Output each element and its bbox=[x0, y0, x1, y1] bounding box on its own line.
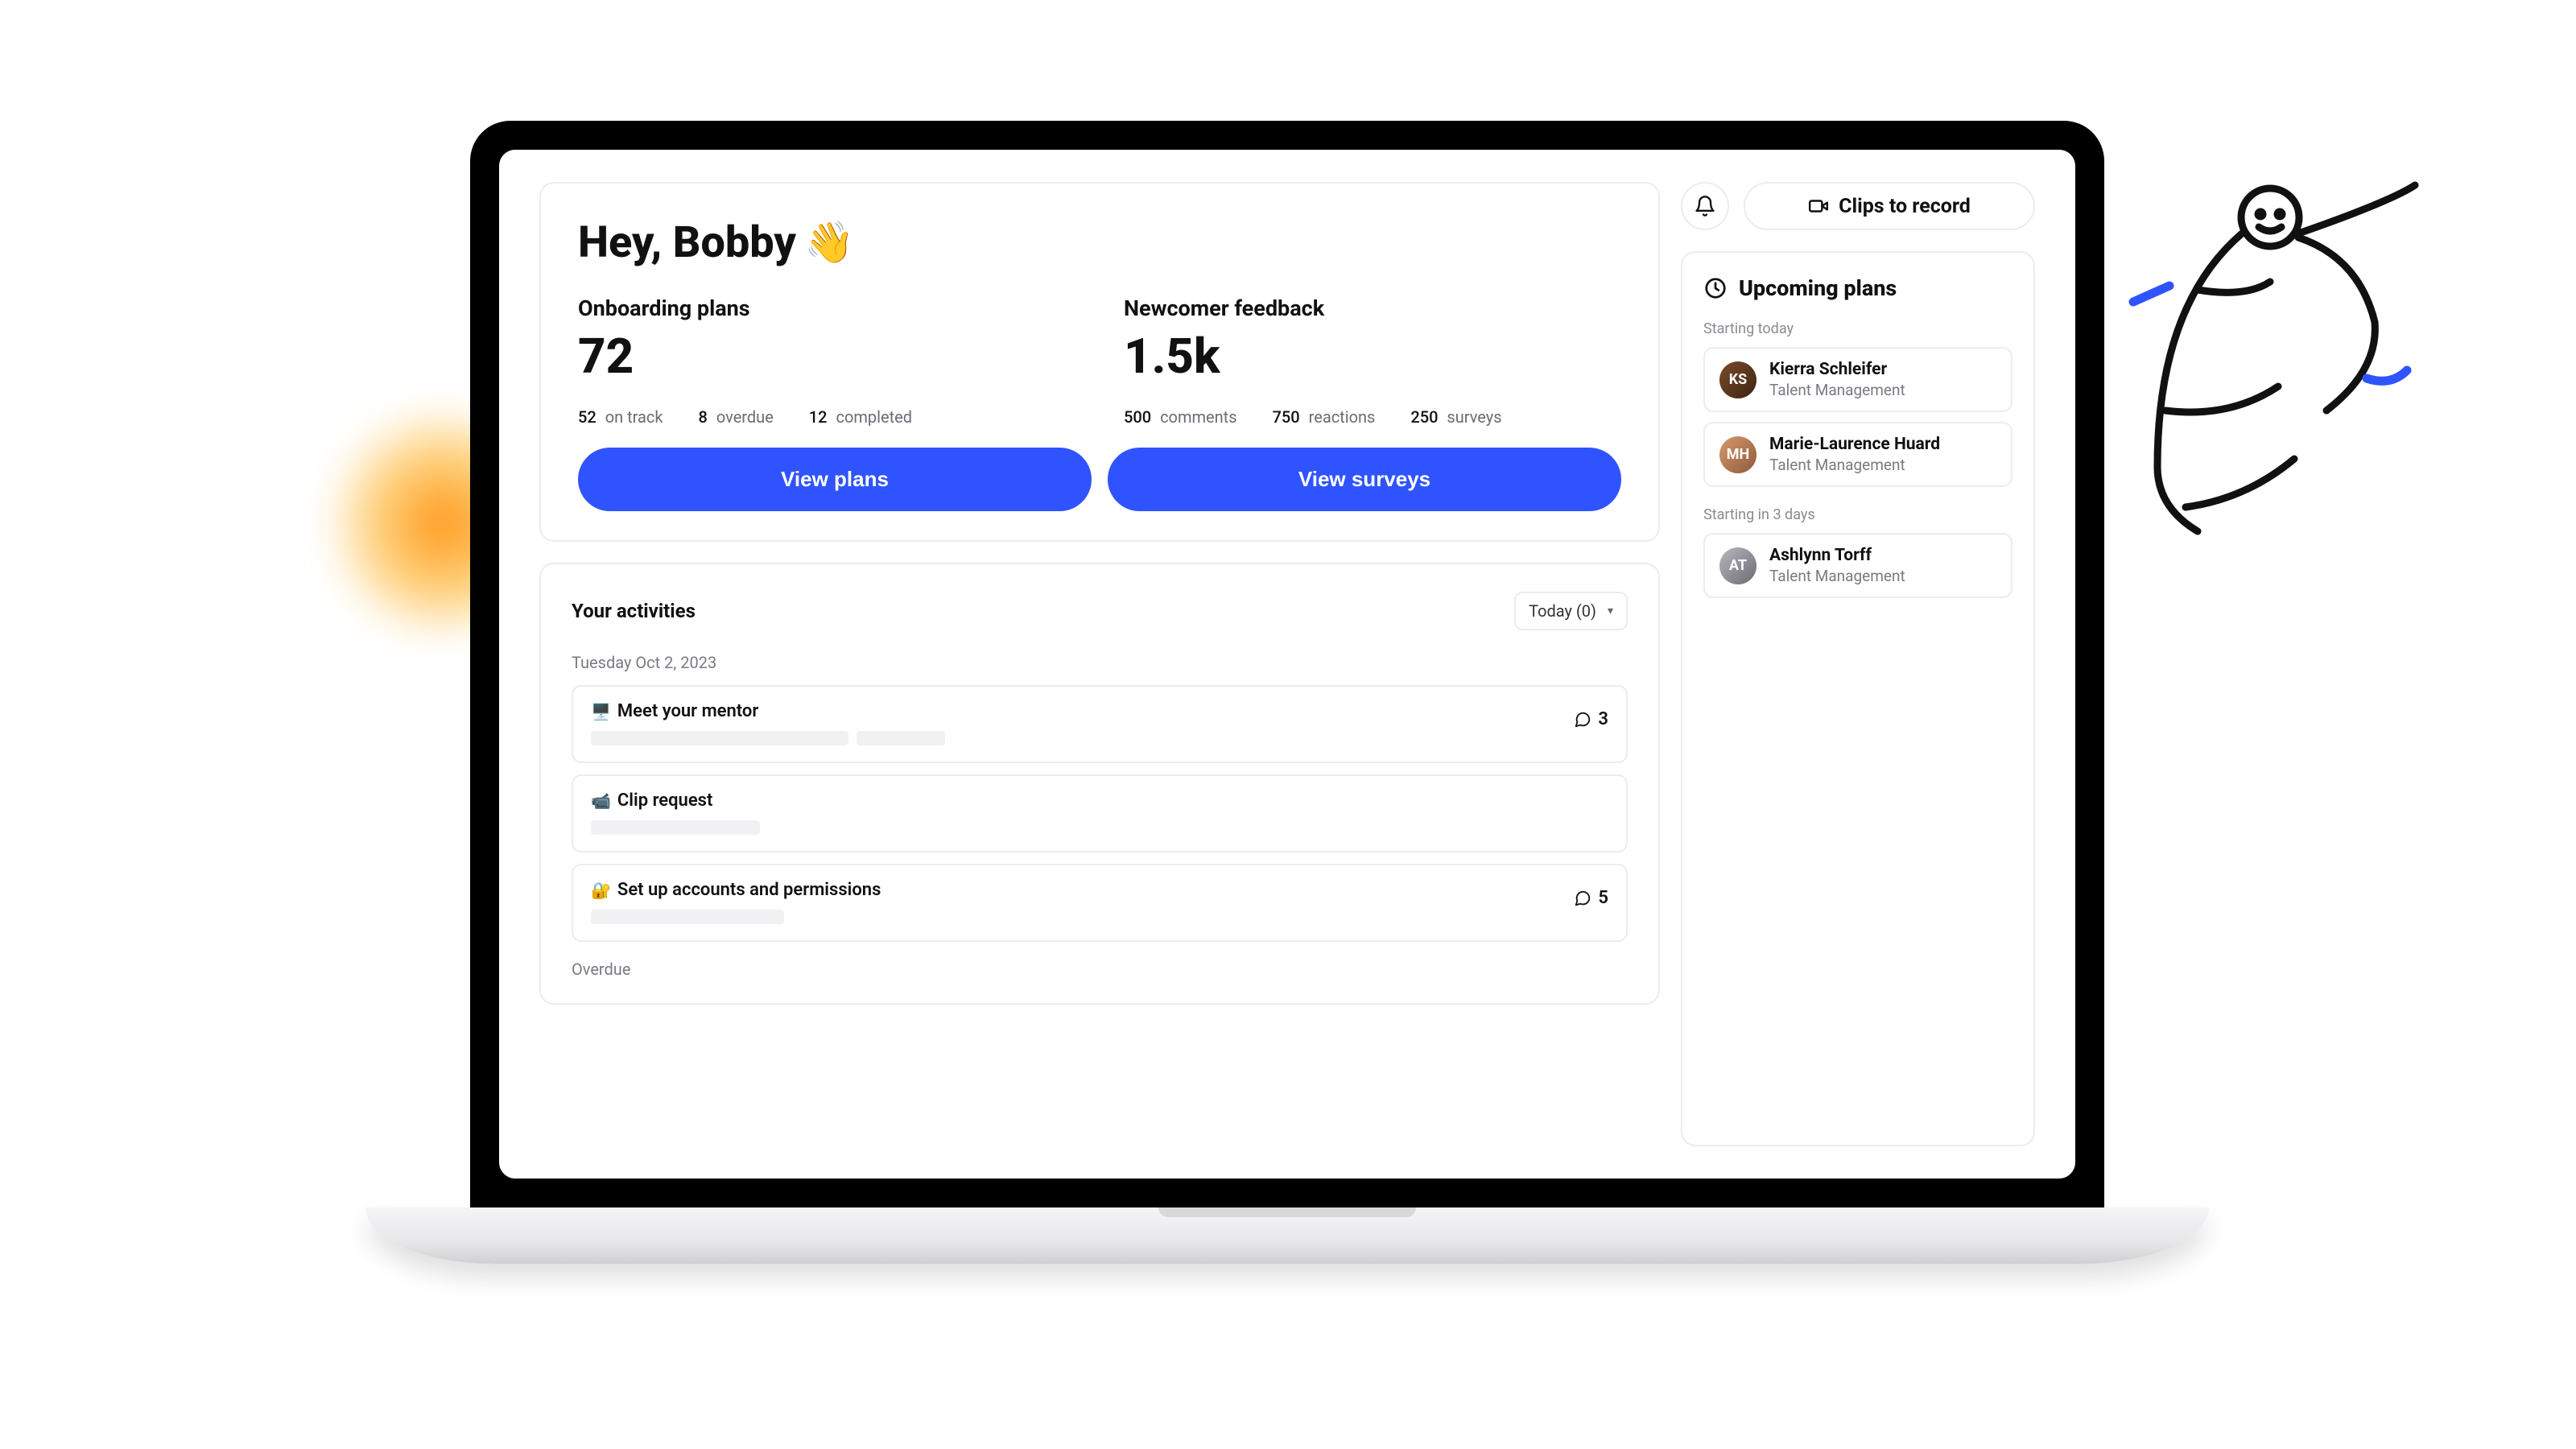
sub-metric-value: 8 bbox=[699, 407, 708, 427]
dashboard-summary-card: Hey, Bobby 👋 Onboarding plans 72 52 on t… bbox=[539, 182, 1660, 542]
upcoming-person[interactable]: KS Kierra Schleifer Talent Management bbox=[1703, 347, 2013, 412]
person-name: Ashlynn Torff bbox=[1769, 546, 1905, 565]
comment-icon bbox=[1574, 711, 1591, 729]
upcoming-plans-card: Upcoming plans Starting today KS Kierra Sc… bbox=[1681, 251, 2035, 1146]
sub-metric-label: overdue bbox=[712, 407, 774, 427]
view-surveys-button[interactable]: View surveys bbox=[1108, 448, 1621, 511]
activities-date-filter[interactable]: Today (0) ▾ bbox=[1514, 592, 1628, 630]
feedback-metric: Newcomer feedback 1.5k 500 comments 750 r… bbox=[1124, 295, 1621, 427]
skeleton-placeholder bbox=[591, 910, 784, 924]
activity-title-text: Clip request bbox=[617, 791, 712, 811]
skeleton-placeholder bbox=[857, 731, 945, 745]
avatar: AT bbox=[1719, 547, 1757, 584]
video-icon bbox=[1808, 196, 1829, 217]
hero-illustration bbox=[2109, 161, 2431, 564]
sub-metric-value: 250 bbox=[1410, 407, 1438, 427]
clips-button-label: Clips to record bbox=[1839, 195, 1971, 218]
bell-icon bbox=[1694, 195, 1716, 217]
activity-item[interactable]: 🖥️ Meet your mentor 3 bbox=[572, 685, 1628, 763]
activity-item[interactable]: 📹 Clip request bbox=[572, 774, 1628, 852]
activities-date: Tuesday Oct 2, 2023 bbox=[572, 653, 1628, 672]
sub-metric: 12 completed bbox=[809, 407, 912, 427]
person-role: Talent Management bbox=[1769, 456, 1940, 474]
person-name: Marie-Laurence Huard bbox=[1769, 435, 1940, 454]
activity-emoji: 📹 bbox=[591, 791, 611, 811]
activity-comments: 5 bbox=[1574, 888, 1608, 908]
greeting-title: Hey, Bobby 👋 bbox=[578, 217, 1621, 268]
sub-metric: 8 overdue bbox=[699, 407, 774, 427]
sub-metric: 750 reactions bbox=[1273, 407, 1376, 427]
sub-metric-label: completed bbox=[832, 407, 913, 427]
sub-metric: 52 on track bbox=[578, 407, 663, 427]
activity-comments: 3 bbox=[1574, 709, 1608, 729]
sub-metric-label: reactions bbox=[1305, 407, 1376, 427]
person-role: Talent Management bbox=[1769, 567, 1905, 585]
laptop-mockup: Hey, Bobby 👋 Onboarding plans 72 52 on t… bbox=[470, 121, 2104, 1264]
comment-icon bbox=[1574, 890, 1591, 907]
upcoming-group-label: Starting today bbox=[1703, 320, 2013, 337]
app-screen: Hey, Bobby 👋 Onboarding plans 72 52 on t… bbox=[499, 150, 2075, 1179]
avatar: KS bbox=[1719, 361, 1757, 398]
sub-metric: 250 surveys bbox=[1410, 407, 1501, 427]
metric-value: 72 bbox=[578, 328, 1075, 385]
sub-metric-label: surveys bbox=[1443, 407, 1501, 427]
sub-metric-value: 52 bbox=[578, 407, 597, 427]
comment-count: 5 bbox=[1598, 888, 1608, 908]
upcoming-title: Upcoming plans bbox=[1739, 275, 1897, 301]
metric-value: 1.5k bbox=[1124, 328, 1621, 385]
upcoming-group-label: Starting in 3 days bbox=[1703, 506, 2013, 523]
activity-emoji: 🔐 bbox=[591, 881, 611, 900]
overdue-section-label: Overdue bbox=[572, 960, 1628, 979]
wave-emoji: 👋 bbox=[804, 220, 854, 266]
upcoming-person[interactable]: AT Ashlynn Torff Talent Management bbox=[1703, 533, 2013, 598]
activity-emoji: 🖥️ bbox=[591, 702, 611, 721]
notifications-button[interactable] bbox=[1681, 182, 1729, 230]
sub-metric-label: comments bbox=[1156, 407, 1236, 427]
onboarding-metric: Onboarding plans 72 52 on track 8 overdue… bbox=[578, 295, 1075, 427]
person-name: Kierra Schleifer bbox=[1769, 360, 1905, 379]
comment-count: 3 bbox=[1598, 709, 1608, 729]
sub-metric: 500 comments bbox=[1124, 407, 1237, 427]
upcoming-person[interactable]: MH Marie-Laurence Huard Talent Management bbox=[1703, 422, 2013, 487]
activities-title: Your activities bbox=[572, 600, 696, 622]
filter-label: Today (0) bbox=[1529, 601, 1596, 621]
sub-metric-label: on track bbox=[601, 407, 663, 427]
avatar: MH bbox=[1719, 436, 1757, 473]
greeting-text: Hey, Bobby bbox=[578, 217, 796, 268]
sub-metric-value: 500 bbox=[1124, 407, 1151, 427]
sub-metric-value: 750 bbox=[1273, 407, 1300, 427]
skeleton-placeholder bbox=[591, 731, 848, 745]
chevron-down-icon: ▾ bbox=[1608, 605, 1613, 617]
skeleton-placeholder bbox=[591, 820, 760, 835]
activity-title-text: Meet your mentor bbox=[617, 701, 758, 721]
metric-label: Newcomer feedback bbox=[1124, 295, 1621, 321]
activities-card: Your activities Today (0) ▾ Tuesday Oct … bbox=[539, 563, 1660, 1005]
clock-icon bbox=[1703, 276, 1728, 300]
metric-label: Onboarding plans bbox=[578, 295, 1075, 321]
view-plans-button[interactable]: View plans bbox=[578, 448, 1092, 511]
clips-to-record-button[interactable]: Clips to record bbox=[1744, 182, 2035, 230]
sub-metric-value: 12 bbox=[809, 407, 828, 427]
activity-title-text: Set up accounts and permissions bbox=[617, 880, 881, 900]
person-role: Talent Management bbox=[1769, 381, 1905, 399]
activity-item[interactable]: 🔐 Set up accounts and permissions 5 bbox=[572, 864, 1628, 942]
